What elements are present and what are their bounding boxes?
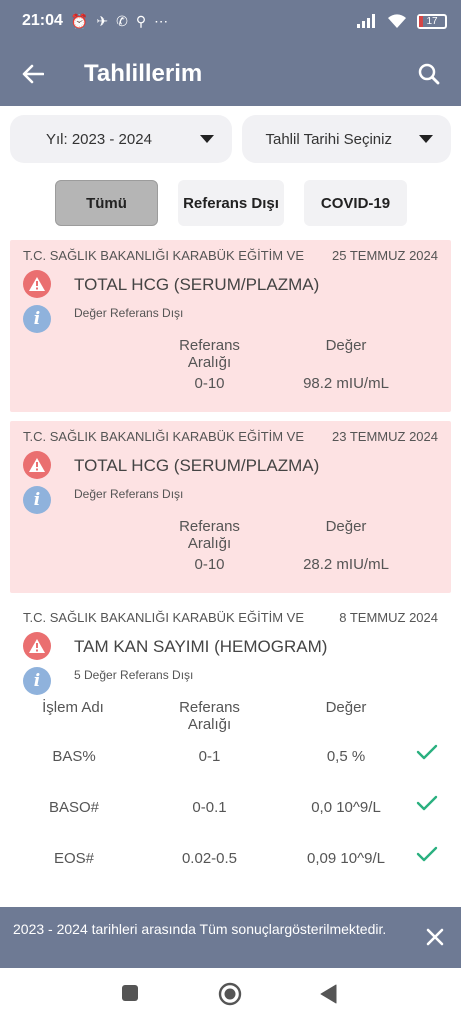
result-date: 8 TEMMUZ 2024 xyxy=(339,610,438,625)
results-list: T.C. SAĞLIK BAKANLIĞI KARABÜK EĞİTİM VE … xyxy=(10,240,451,922)
row-name: BAS% xyxy=(52,748,96,765)
battery-level: 17 xyxy=(426,15,438,27)
reference-range-header: Referans Aralığı xyxy=(179,699,240,733)
caret-down-icon xyxy=(199,135,214,143)
result-card[interactable]: T.C. SAĞLIK BAKANLIĞI KARABÜK EĞİTİM VE … xyxy=(10,421,451,593)
check-icon xyxy=(416,846,438,862)
close-icon[interactable] xyxy=(423,925,447,949)
table-row: EOS# 0.02-0.5 0,09 10^9/L xyxy=(10,834,451,885)
row-value: 0,0 10^9/L xyxy=(311,799,381,816)
check-icon xyxy=(416,744,438,760)
home-icon[interactable] xyxy=(218,982,242,1006)
result-card[interactable]: T.C. SAĞLIK BAKANLIĞI KARABÜK EĞİTİM VE … xyxy=(10,240,451,412)
search-button[interactable] xyxy=(407,52,451,96)
result-value: 28.2 mIU/mL xyxy=(303,556,389,573)
row-reference: 0-1 xyxy=(198,748,221,765)
row-reference: 0.02-0.5 xyxy=(181,850,238,867)
reference-range-header: Referans Aralığı xyxy=(179,337,240,371)
test-name: TOTAL HCG (SERUM/PLAZMA) xyxy=(74,456,320,475)
test-name: TAM KAN SAYIMI (HEMOGRAM) xyxy=(74,637,328,656)
row-name: BASO# xyxy=(48,799,100,816)
app-bar: Tahlillerim xyxy=(0,42,461,106)
result-card[interactable]: T.C. SAĞLIK BAKANLIĞI KARABÜK EĞİTİM VE … xyxy=(10,602,451,922)
back-nav-icon[interactable] xyxy=(319,984,337,1004)
tag-icon: ✆ xyxy=(116,12,128,29)
result-value: 98.2 mIU/mL xyxy=(303,375,389,392)
reference-range: 0-10 xyxy=(194,556,225,573)
filters: Yıl: 2023 - 2024 Tahlil Tarihi Seçiniz xyxy=(10,115,451,163)
process-name-header: İşlem Adı xyxy=(42,699,104,716)
status-time: 21:04 xyxy=(22,12,63,29)
result-date: 25 TEMMUZ 2024 xyxy=(332,248,438,263)
reference-note: Değer Referans Dışı xyxy=(74,487,184,501)
alarm-icon: ⏰ xyxy=(70,12,89,29)
reference-note: 5 Değer Referans Dışı xyxy=(74,668,194,682)
date-dropdown-value: Tahlil Tarihi Seçiniz xyxy=(265,130,392,148)
year-dropdown-value: Yıl: 2023 - 2024 xyxy=(46,130,152,148)
reference-range-header: Referans Aralığı xyxy=(179,518,240,552)
info-icon[interactable]: i xyxy=(23,305,51,333)
result-rows: BAS% 0-1 0,5 % BASO# 0-0.1 0,0 10^9/L EO… xyxy=(10,732,451,885)
row-name: EOS# xyxy=(53,850,95,867)
caret-down-icon xyxy=(419,135,433,143)
row-reference: 0-0.1 xyxy=(192,799,227,816)
toast-message: 2023 - 2024 tarihleri arasında Tüm sonuç… xyxy=(13,921,387,937)
info-icon[interactable]: i xyxy=(23,486,51,514)
wifi-icon xyxy=(388,13,406,28)
check-icon xyxy=(416,795,438,811)
telegram-icon: ✈ xyxy=(96,12,109,29)
signal-icon xyxy=(357,14,375,28)
warning-icon xyxy=(23,632,51,660)
year-dropdown[interactable]: Yıl: 2023 - 2024 xyxy=(10,115,232,163)
result-date: 23 TEMMUZ 2024 xyxy=(332,429,438,444)
arrow-left-icon xyxy=(22,64,44,84)
tab-out-of-reference[interactable]: Referans Dışı xyxy=(178,180,284,226)
walk-icon: ⚲ xyxy=(135,12,147,29)
test-name: TOTAL HCG (SERUM/PLAZMA) xyxy=(74,275,320,294)
row-value: 0,09 10^9/L xyxy=(307,850,385,867)
info-toast: 2023 - 2024 tarihleri arasında Tüm sonuç… xyxy=(0,907,461,968)
filter-tabs: Tümü Referans Dışı COVID-19 xyxy=(55,180,407,226)
table-row: BASO# 0-0.1 0,0 10^9/L xyxy=(10,783,451,834)
info-icon[interactable]: i xyxy=(23,667,51,695)
reference-range: 0-10 xyxy=(194,375,225,392)
back-button[interactable] xyxy=(0,42,66,106)
search-icon xyxy=(418,63,440,85)
status-icons: ⏰ ✈ ✆ ⚲ ⋯ xyxy=(71,13,168,30)
more-dots-icon: ⋯ xyxy=(154,12,169,29)
institution-name: T.C. SAĞLIK BAKANLIĞI KARABÜK EĞİTİM VE xyxy=(23,610,305,625)
page-title: Tahlillerim xyxy=(84,60,203,87)
table-row: BAS% 0-1 0,5 % xyxy=(10,732,451,783)
date-dropdown[interactable]: Tahlil Tarihi Seçiniz xyxy=(241,115,451,163)
value-header: Değer xyxy=(325,699,367,716)
system-nav-bar xyxy=(0,968,461,1024)
value-header: Değer xyxy=(325,337,367,354)
tab-covid[interactable]: COVID-19 xyxy=(304,180,407,226)
status-bar: 21:04 ⏰ ✈ ✆ ⚲ ⋯ 17 xyxy=(0,0,461,42)
recent-apps-icon[interactable] xyxy=(121,984,139,1002)
row-value: 0,5 % xyxy=(326,748,366,765)
tab-all[interactable]: Tümü xyxy=(55,180,158,226)
institution-name: T.C. SAĞLIK BAKANLIĞI KARABÜK EĞİTİM VE xyxy=(23,429,305,444)
warning-icon xyxy=(23,270,51,298)
warning-icon xyxy=(23,451,51,479)
reference-note: Değer Referans Dışı xyxy=(74,306,184,320)
value-header: Değer xyxy=(325,518,367,535)
battery-icon: 17 xyxy=(417,13,447,29)
institution-name: T.C. SAĞLIK BAKANLIĞI KARABÜK EĞİTİM VE xyxy=(23,248,305,263)
